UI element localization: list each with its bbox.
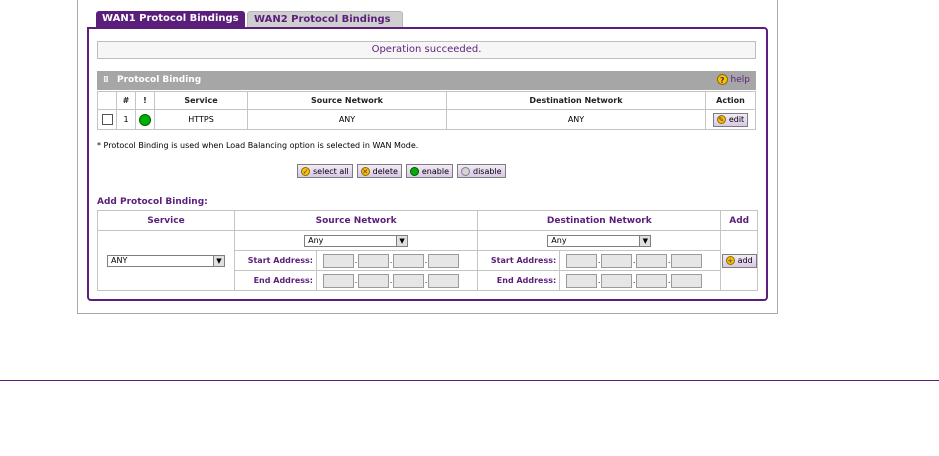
row-checkbox[interactable] xyxy=(101,114,113,125)
select-all-button[interactable]: ✓ select all xyxy=(297,164,353,178)
destination-start-octet-3[interactable] xyxy=(636,253,668,268)
add-header-row: Service Source Network Destination Netwo… xyxy=(97,210,758,231)
source-start-label: Start Address: xyxy=(234,250,317,271)
disable-icon xyxy=(461,166,470,176)
source-end-octet-2[interactable] xyxy=(358,273,389,288)
destination-start-label: Start Address: xyxy=(477,250,561,271)
destination-start-octet-1[interactable] xyxy=(566,253,598,268)
protocol-bindings-panel: WAN1 Protocol Bindings WAN2 Protocol Bin… xyxy=(77,0,778,314)
tab-content-frame: Operation succeeded. ⁞⁞ Protocol Binding… xyxy=(87,27,768,301)
destination-start-ip: ... xyxy=(559,250,722,271)
enable-button[interactable]: enable xyxy=(405,164,453,178)
service-select[interactable]: ANY ▼ xyxy=(107,254,225,267)
add-header-source: Source Network xyxy=(233,210,479,231)
add-select-row: ANY ▼ Any ▼ Any ▼ + add xyxy=(97,230,758,291)
destination-network-select[interactable]: Any ▼ xyxy=(547,234,652,247)
service-select-value: ANY xyxy=(111,256,128,265)
page-divider xyxy=(0,380,939,381)
column-header-index: # xyxy=(116,91,136,110)
row-action-cell: ✎ edit xyxy=(705,109,756,130)
column-header-service: Service xyxy=(154,91,248,110)
row-select-cell xyxy=(97,109,117,130)
source-network-select[interactable]: Any ▼ xyxy=(304,234,409,247)
destination-end-octet-1[interactable] xyxy=(566,273,598,288)
add-binding-table: Service Source Network Destination Netwo… xyxy=(97,210,758,291)
delete-label: delete xyxy=(372,166,398,176)
row-status-cell xyxy=(135,109,155,130)
destination-select-cell: Any ▼ xyxy=(477,230,722,251)
table-header-row: # ! Service Source Network Destination N… xyxy=(97,91,756,110)
delete-icon: ✕ xyxy=(360,166,370,176)
load-balancing-note: * Protocol Binding is used when Load Bal… xyxy=(97,141,419,150)
protocol-binding-table: # ! Service Source Network Destination N… xyxy=(97,91,756,130)
source-select-value: Any xyxy=(308,236,324,245)
delete-button[interactable]: ✕ delete xyxy=(356,164,402,178)
disable-button[interactable]: disable xyxy=(457,164,506,178)
enable-icon xyxy=(409,166,419,176)
check-icon: ✓ xyxy=(301,166,310,176)
edit-icon: ✎ xyxy=(716,115,726,124)
add-header-destination: Destination Network xyxy=(477,210,722,231)
section-title: Protocol Binding xyxy=(116,75,202,85)
destination-end-label: End Address: xyxy=(477,270,561,291)
column-header-action: Action xyxy=(705,91,756,110)
disable-label: disable xyxy=(473,166,502,176)
row-service: HTTPS xyxy=(154,109,248,130)
help-icon: ? xyxy=(716,74,728,85)
source-end-label: End Address: xyxy=(234,270,317,291)
add-cell: + add xyxy=(720,230,758,291)
help-link[interactable]: ? help xyxy=(716,74,750,87)
source-end-ip: ... xyxy=(315,270,479,291)
destination-end-octet-3[interactable] xyxy=(636,273,668,288)
destination-select-value: Any xyxy=(551,236,567,245)
add-label: add xyxy=(737,256,753,265)
column-header-destination-network: Destination Network xyxy=(446,91,706,110)
grip-icon: ⁞⁞ xyxy=(103,75,109,85)
destination-end-ip: ... xyxy=(559,270,722,291)
add-header-add: Add xyxy=(720,210,758,231)
source-end-octet-3[interactable] xyxy=(393,273,424,288)
enable-label: enable xyxy=(421,166,449,176)
select-all-label: select all xyxy=(313,166,349,176)
destination-start-octet-4[interactable] xyxy=(671,253,703,268)
add-button[interactable]: + add xyxy=(721,253,757,268)
protocol-binding-section-header: ⁞⁞ Protocol Binding ? help xyxy=(97,71,756,90)
chevron-down-icon: ▼ xyxy=(639,235,651,246)
source-start-octet-4[interactable] xyxy=(428,253,459,268)
destination-start-octet-2[interactable] xyxy=(601,253,633,268)
destination-end-octet-2[interactable] xyxy=(601,273,633,288)
source-start-octet-3[interactable] xyxy=(393,253,424,268)
edit-label: edit xyxy=(728,115,745,124)
source-start-octet-1[interactable] xyxy=(323,253,354,268)
column-header-status: ! xyxy=(135,91,155,110)
table-row: 1 HTTPS ANY ANY ✎ edit xyxy=(97,109,756,130)
edit-button[interactable]: ✎ edit xyxy=(712,112,749,127)
column-header-source-network: Source Network xyxy=(247,91,447,110)
source-end-octet-1[interactable] xyxy=(323,273,354,288)
status-enabled-icon xyxy=(139,113,151,126)
help-label: help xyxy=(730,75,750,85)
tab-wan2-protocol-bindings[interactable]: WAN2 Protocol Bindings xyxy=(247,11,403,27)
add-binding-title: Add Protocol Binding: xyxy=(97,197,208,207)
tab-wan1-protocol-bindings[interactable]: WAN1 Protocol Bindings xyxy=(96,11,245,27)
service-cell: ANY ▼ xyxy=(97,230,235,291)
source-select-cell: Any ▼ xyxy=(233,230,479,251)
chevron-down-icon: ▼ xyxy=(396,235,408,246)
table-actions: ✓ select all ✕ delete enable disable xyxy=(297,164,506,178)
source-start-octet-2[interactable] xyxy=(358,253,389,268)
row-source-network: ANY xyxy=(247,109,447,130)
add-header-service: Service xyxy=(97,210,235,231)
status-message: Operation succeeded. xyxy=(97,41,756,59)
source-end-octet-4[interactable] xyxy=(428,273,459,288)
select-column-header xyxy=(97,91,117,110)
row-destination-network: ANY xyxy=(446,109,706,130)
plus-icon: + xyxy=(725,256,735,265)
destination-end-octet-4[interactable] xyxy=(671,273,703,288)
source-start-ip: ... xyxy=(315,250,479,271)
chevron-down-icon: ▼ xyxy=(213,255,224,266)
row-index: 1 xyxy=(116,109,136,130)
